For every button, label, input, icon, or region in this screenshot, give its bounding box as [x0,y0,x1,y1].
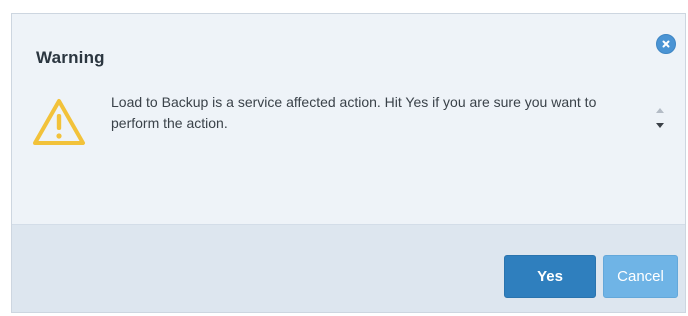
warning-dialog: Warning Load to Backup is a service affe… [11,13,686,313]
close-icon [661,39,671,49]
warning-triangle-icon [32,97,86,147]
scroll-up-arrow-icon[interactable] [654,100,666,113]
dialog-title: Warning [36,48,105,67]
scroll-down-arrow-icon[interactable] [654,116,666,128]
close-button[interactable] [656,34,676,54]
dialog-message: Load to Backup is a service affected act… [111,94,597,131]
cancel-button[interactable]: Cancel [603,255,678,298]
message-area: Load to Backup is a service affected act… [111,92,637,144]
message-scrollbar[interactable] [654,100,666,130]
yes-button[interactable]: Yes [504,255,596,298]
